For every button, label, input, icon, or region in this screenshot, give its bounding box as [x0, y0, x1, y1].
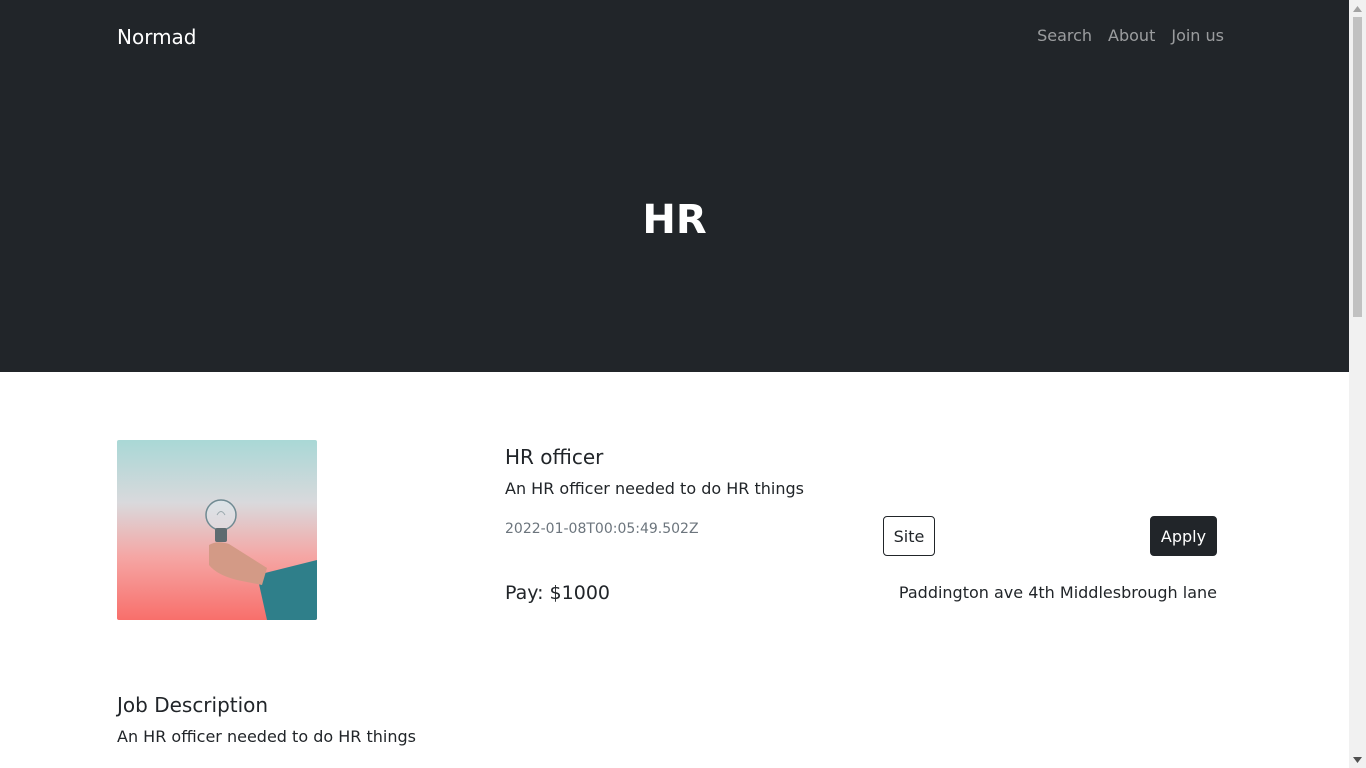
- scroll-thumb[interactable]: [1353, 17, 1362, 317]
- job-address: Paddington ave 4th Middlesbrough lane: [898, 583, 1217, 602]
- job-description-heading: Job Description: [117, 693, 269, 717]
- pay-amount: Pay: $1000: [505, 582, 610, 604]
- hero-header: Normad Search About Join us HR: [0, 0, 1349, 372]
- scroll-up-icon[interactable]: [1349, 0, 1366, 17]
- brand-link[interactable]: Normad: [117, 24, 197, 50]
- job-image: [117, 440, 317, 620]
- site-button[interactable]: Site: [883, 516, 935, 556]
- top-nav: Search About Join us: [1037, 26, 1224, 46]
- page: Normad Search About Join us HR HR office…: [0, 0, 1366, 768]
- page-title: HR: [642, 197, 707, 243]
- nav-link-join-us[interactable]: Join us: [1171, 26, 1224, 46]
- nav-link-search[interactable]: Search: [1037, 26, 1092, 46]
- nav-link-about[interactable]: About: [1108, 26, 1155, 46]
- job-summary: An HR officer needed to do HR things: [505, 479, 804, 498]
- lightbulb-icon: [117, 440, 317, 620]
- scroll-down-icon[interactable]: [1349, 751, 1366, 768]
- posted-date: 2022-01-08T00:05:49.502Z: [505, 521, 699, 537]
- apply-button[interactable]: Apply: [1150, 516, 1217, 556]
- job-title: HR officer: [505, 445, 604, 469]
- job-description-text: An HR officer needed to do HR things: [117, 727, 416, 746]
- vertical-scrollbar[interactable]: [1349, 0, 1366, 768]
